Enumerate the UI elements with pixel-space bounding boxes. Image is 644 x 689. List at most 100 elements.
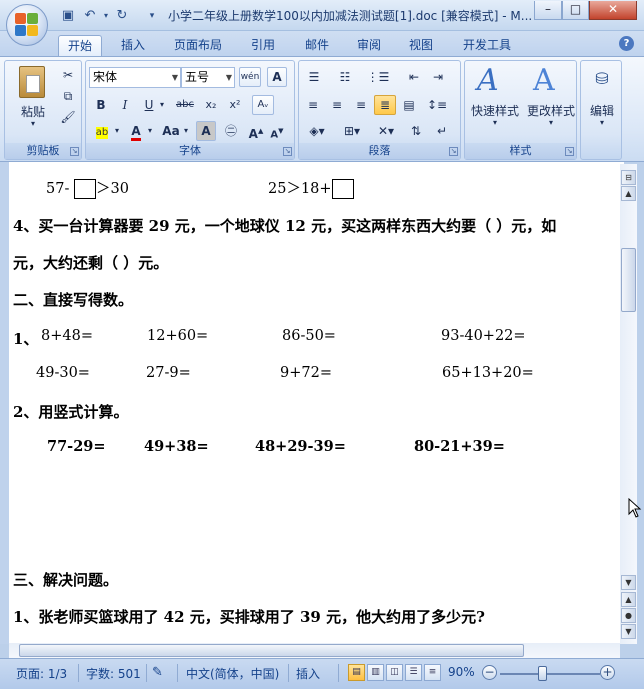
increase-indent-button[interactable]: ⇥ [427, 67, 449, 87]
close-button[interactable]: ✕ [589, 1, 637, 20]
web-layout-view-icon[interactable]: ◫ [386, 664, 403, 681]
document-page[interactable]: 57- ＞30 25＞18+ 4、买一台计算器要 29 元，一个地球仪 12 元… [9, 162, 620, 644]
redo-icon[interactable]: ↻ [114, 8, 130, 24]
tab-view[interactable]: 视图 [400, 35, 442, 56]
underline-button[interactable]: U [139, 95, 159, 115]
help-icon[interactable]: ? [619, 36, 634, 51]
ruler-toggle-icon[interactable]: ⊟ [621, 170, 636, 185]
multilevel-list-button[interactable]: ⋮☰ [365, 67, 391, 87]
grow-font-button[interactable]: A▲ [246, 121, 266, 141]
next-page-icon[interactable]: ▼ [621, 624, 636, 639]
horizontal-scroll-thumb[interactable] [19, 644, 524, 657]
enclose-characters-button[interactable]: ㊁ [220, 121, 242, 141]
subscript-button[interactable]: x₂ [200, 95, 222, 115]
change-case-button[interactable]: Aa [160, 121, 182, 141]
font-color-dropdown-icon[interactable]: ▾ [145, 121, 155, 141]
font-size-combo[interactable]: 五号 ▼ [181, 67, 235, 88]
bold-button[interactable]: B [91, 95, 111, 115]
scroll-up-icon[interactable]: ▲ [621, 186, 636, 201]
phonetic-guide-button[interactable]: wén [239, 67, 261, 87]
zoom-slider-knob[interactable] [538, 666, 547, 681]
chinese-layout-button[interactable]: ✕▾ [371, 121, 401, 141]
change-styles-icon[interactable]: A [533, 63, 565, 98]
scroll-down-icon[interactable]: ▼ [621, 575, 636, 590]
copy-icon[interactable]: ⧉ [59, 86, 77, 106]
clear-formatting-button[interactable]: Aᵥ [252, 95, 274, 115]
decrease-indent-button[interactable]: ⇤ [403, 67, 425, 87]
find-binoculars-icon[interactable]: ⛁ [591, 69, 613, 89]
borders-button[interactable]: ⊞▾ [337, 121, 367, 141]
quick-styles-icon[interactable]: A [477, 63, 509, 98]
word-count[interactable]: 字数: 501 [86, 665, 141, 682]
format-painter-icon[interactable]: 🖌 [59, 107, 77, 127]
insert-mode-indicator[interactable]: 插入 [296, 665, 320, 682]
superscript-button[interactable]: x² [224, 95, 246, 115]
undo-dropdown-icon[interactable]: ▾ [98, 8, 114, 24]
zoom-in-button[interactable]: + [600, 665, 615, 680]
quick-styles-label[interactable]: 快速样式 [467, 102, 523, 119]
editing-dropdown-icon[interactable]: ▾ [581, 118, 623, 127]
font-color-button[interactable]: A [126, 121, 146, 141]
paragraph-launcher-icon[interactable]: ↘ [449, 147, 458, 156]
clipboard-launcher-icon[interactable]: ↘ [70, 147, 79, 156]
customize-qat-icon[interactable]: ▾ [144, 8, 160, 24]
zoom-out-button[interactable]: − [482, 665, 497, 680]
language-indicator[interactable]: 中文(简体，中国) [186, 665, 279, 682]
tab-insert[interactable]: 插入 [112, 35, 154, 56]
tab-review[interactable]: 审阅 [348, 35, 390, 56]
font-launcher-icon[interactable]: ↘ [283, 147, 292, 156]
vertical-scroll-thumb[interactable] [621, 248, 636, 312]
vertical-scrollbar[interactable]: ⊟ ▲ ▼ ▲ ● ▼ [620, 164, 637, 644]
outline-view-icon[interactable]: ☰ [405, 664, 422, 681]
horizontal-scrollbar[interactable] [9, 643, 620, 658]
change-styles-label[interactable]: 更改样式 [523, 102, 579, 119]
proofing-icon[interactable]: ✎ [152, 665, 163, 680]
tab-references[interactable]: 引用 [242, 35, 284, 56]
char-shading-button[interactable]: A [196, 121, 216, 141]
char-border-button[interactable]: A [267, 67, 287, 87]
paste-dropdown-icon[interactable]: ▾ [15, 119, 51, 128]
zoom-level[interactable]: 90% [448, 665, 475, 679]
underline-dropdown-icon[interactable]: ▾ [157, 95, 167, 115]
tab-page-layout[interactable]: 页面布局 [166, 35, 230, 56]
zoom-slider-track[interactable] [500, 673, 600, 675]
maximize-button[interactable]: □ [562, 1, 589, 20]
change-case-dropdown-icon[interactable]: ▾ [181, 121, 191, 141]
change-styles-dropdown-icon[interactable]: ▾ [523, 118, 579, 127]
full-screen-reading-view-icon[interactable]: ▥ [367, 664, 384, 681]
align-center-button[interactable]: ≡ [326, 95, 348, 115]
styles-launcher-icon[interactable]: ↘ [565, 147, 574, 156]
align-right-button[interactable]: ≡ [350, 95, 372, 115]
highlight-button[interactable]: ab [91, 121, 113, 141]
minimize-button[interactable]: – [534, 1, 562, 20]
save-icon[interactable]: ▣ [60, 8, 76, 24]
numbering-button[interactable]: ☷ [333, 67, 357, 87]
draft-view-icon[interactable]: ≡ [424, 664, 441, 681]
office-button[interactable] [6, 4, 48, 46]
tab-home[interactable]: 开始 [58, 35, 102, 56]
page-count[interactable]: 页面: 1/3 [16, 665, 67, 682]
font-name-combo[interactable]: 宋体 ▼ [89, 67, 181, 88]
quick-styles-dropdown-icon[interactable]: ▾ [467, 118, 523, 127]
previous-page-icon[interactable]: ▲ [621, 592, 636, 607]
cut-icon[interactable]: ✂ [59, 65, 77, 85]
highlight-dropdown-icon[interactable]: ▾ [112, 121, 122, 141]
shading-button[interactable]: ◈▾ [302, 121, 332, 141]
strikethrough-button[interactable]: abc [172, 95, 198, 115]
line-spacing-button[interactable]: ↕≡ [424, 95, 450, 115]
answer-box[interactable] [331, 179, 354, 199]
tab-developer[interactable]: 开发工具 [455, 35, 519, 56]
shrink-font-button[interactable]: A▼ [267, 121, 287, 141]
justify-button[interactable]: ≣ [374, 95, 396, 115]
answer-box[interactable] [73, 179, 96, 199]
italic-button[interactable]: I [115, 95, 135, 115]
sort-button[interactable]: ⇅ [405, 121, 427, 141]
editing-label[interactable]: 编辑 [581, 102, 623, 119]
bullets-button[interactable]: ☰ [302, 67, 326, 87]
align-left-button[interactable]: ≡ [302, 95, 324, 115]
show-marks-button[interactable]: ↵ [431, 121, 453, 141]
undo-icon[interactable]: ↶ [82, 8, 98, 24]
print-layout-view-icon[interactable]: ▤ [348, 664, 365, 681]
select-browse-object-icon[interactable]: ● [621, 608, 636, 623]
paste-icon[interactable] [19, 66, 45, 98]
